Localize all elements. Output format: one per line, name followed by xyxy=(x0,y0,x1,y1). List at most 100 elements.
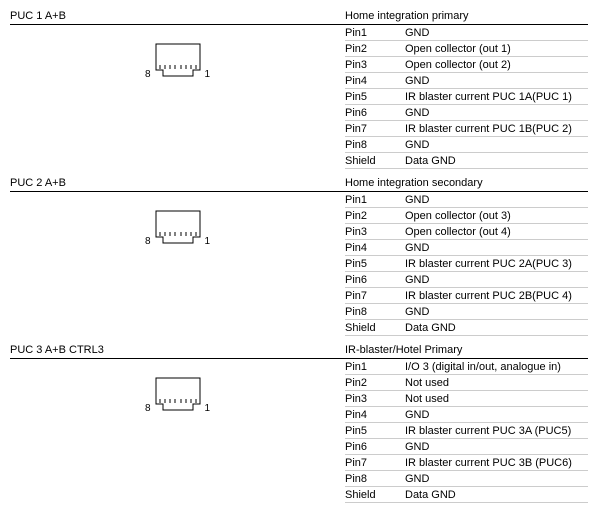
pin-row: Pin7IR blaster current PUC 1B(PUC 2) xyxy=(345,121,588,137)
pin-row: Pin4GND xyxy=(345,240,588,256)
pin-description: Open collector (out 2) xyxy=(405,59,588,71)
section-body: 8 1Pin1GNDPin2Open collector (out 1)Pin3… xyxy=(10,25,588,169)
pin-name: Pin1 xyxy=(345,27,405,39)
pin-row: Pin4GND xyxy=(345,407,588,423)
pin-description: I/O 3 (digital in/out, analogue in) xyxy=(405,361,588,373)
pin-name: Pin7 xyxy=(345,123,405,135)
pin-description: GND xyxy=(405,27,588,39)
pin-row: Pin1I/O 3 (digital in/out, analogue in) xyxy=(345,359,588,375)
pin-row: Pin7IR blaster current PUC 2B(PUC 4) xyxy=(345,288,588,304)
pin-row: Pin6GND xyxy=(345,105,588,121)
connector-section: PUC 2 A+BHome integration secondary 8 1 Pi… xyxy=(10,177,588,336)
pin-description: Data GND xyxy=(405,489,588,501)
pin-name: Pin8 xyxy=(345,306,405,318)
pin-row: Pin1GND xyxy=(345,25,588,41)
pin-description: Data GND xyxy=(405,322,588,334)
pin-name: Pin8 xyxy=(345,139,405,151)
pin-description: GND xyxy=(405,274,588,286)
connector-pin-left-label: 8 xyxy=(145,403,151,416)
section-subtitle: IR-blaster/Hotel Primary xyxy=(345,344,588,356)
section-body: 8 1Pin1GNDPin2Open collector (out 3)Pin3… xyxy=(10,192,588,336)
pin-description: GND xyxy=(405,107,588,119)
pin-description: IR blaster current PUC 3B (PUC6) xyxy=(405,457,588,469)
pin-name: Pin2 xyxy=(345,210,405,222)
pin-name: Pin4 xyxy=(345,75,405,87)
pin-name: Pin5 xyxy=(345,258,405,270)
pin-name: Pin6 xyxy=(345,441,405,453)
pin-description: IR blaster current PUC 1A(PUC 1) xyxy=(405,91,588,103)
pin-description: GND xyxy=(405,409,588,421)
pin-row: Pin8GND xyxy=(345,137,588,153)
pin-description: GND xyxy=(405,75,588,87)
pin-row: Pin1GND xyxy=(345,192,588,208)
pin-row: Pin2Not used xyxy=(345,375,588,391)
pin-name: Pin7 xyxy=(345,457,405,469)
pin-name: Pin4 xyxy=(345,242,405,254)
pin-name: Pin5 xyxy=(345,425,405,437)
section-header: PUC 3 A+B CTRL3IR-blaster/Hotel Primary xyxy=(10,344,588,359)
section-body: 8 1 Pin1I/O 3 (digital in/out, analogue i… xyxy=(10,359,588,503)
section-subtitle: Home integration secondary xyxy=(345,177,588,189)
pin-description: Open collector (out 3) xyxy=(405,210,588,222)
pin-name: Pin5 xyxy=(345,91,405,103)
pin-row: Pin3Open collector (out 2) xyxy=(345,57,588,73)
pin-name: Pin3 xyxy=(345,59,405,71)
pin-name: Shield xyxy=(345,489,405,501)
section-header: PUC 2 A+BHome integration secondary xyxy=(10,177,588,192)
section-title: PUC 2 A+B xyxy=(10,177,345,189)
pin-name: Pin1 xyxy=(345,194,405,206)
pin-row: ShieldData GND xyxy=(345,487,588,503)
pin-description: IR blaster current PUC 2A(PUC 3) xyxy=(405,258,588,270)
connector-column: 8 1 xyxy=(10,25,345,169)
pin-description: GND xyxy=(405,441,588,453)
section-subtitle: Home integration primary xyxy=(345,10,588,22)
pin-description: IR blaster current PUC 2B(PUC 4) xyxy=(405,290,588,302)
section-title: PUC 1 A+B xyxy=(10,10,345,22)
pin-name: Pin8 xyxy=(345,473,405,485)
pin-description: GND xyxy=(405,306,588,318)
connector-column: 8 1 xyxy=(10,359,345,503)
pin-row: Pin3Open collector (out 4) xyxy=(345,224,588,240)
pin-row: ShieldData GND xyxy=(345,153,588,169)
pin-table: Pin1GNDPin2Open collector (out 1)Pin3Ope… xyxy=(345,25,588,169)
connector-pin-right-label: 1 xyxy=(205,236,211,249)
pin-description: GND xyxy=(405,473,588,485)
connector-diagram: 8 1 xyxy=(145,377,210,416)
connector-diagram: 8 1 xyxy=(145,43,210,82)
pin-row: Pin5IR blaster current PUC 2A(PUC 3) xyxy=(345,256,588,272)
pin-row: Pin2Open collector (out 1) xyxy=(345,41,588,57)
pin-row: Pin3Not used xyxy=(345,391,588,407)
connector-diagram: 8 1 xyxy=(145,210,210,249)
pin-name: Pin2 xyxy=(345,377,405,389)
pin-name: Pin3 xyxy=(345,226,405,238)
pin-name: Pin3 xyxy=(345,393,405,405)
connector-section: PUC 3 A+B CTRL3IR-blaster/Hotel Primary8… xyxy=(10,344,588,503)
pin-description: Open collector (out 4) xyxy=(405,226,588,238)
connector-pin-left-label: 8 xyxy=(145,69,151,82)
pin-description: GND xyxy=(405,139,588,151)
pin-row: Pin4GND xyxy=(345,73,588,89)
pin-name: Pin1 xyxy=(345,361,405,373)
pin-name: Pin7 xyxy=(345,290,405,302)
connector-column: 8 1 xyxy=(10,192,345,336)
rj45-icon xyxy=(155,43,201,82)
pin-row: Pin5IR blaster current PUC 3A (PUC5) xyxy=(345,423,588,439)
pin-description: Data GND xyxy=(405,155,588,167)
pin-row: ShieldData GND xyxy=(345,320,588,336)
rj45-icon xyxy=(155,377,201,416)
pin-row: Pin6GND xyxy=(345,439,588,455)
pin-description: Not used xyxy=(405,377,588,389)
pin-name: Shield xyxy=(345,322,405,334)
pin-description: IR blaster current PUC 1B(PUC 2) xyxy=(405,123,588,135)
rj45-icon xyxy=(155,210,201,249)
section-header: PUC 1 A+BHome integration primary xyxy=(10,10,588,25)
pin-row: Pin2Open collector (out 3) xyxy=(345,208,588,224)
pin-name: Pin6 xyxy=(345,107,405,119)
pin-row: Pin6GND xyxy=(345,272,588,288)
connector-section: PUC 1 A+BHome integration primary 8 1 Pin1… xyxy=(10,10,588,169)
connector-pin-right-label: 1 xyxy=(205,69,211,82)
connector-pin-right-label: 1 xyxy=(205,403,211,416)
pin-row: Pin5IR blaster current PUC 1A(PUC 1) xyxy=(345,89,588,105)
pin-description: GND xyxy=(405,194,588,206)
pin-name: Pin6 xyxy=(345,274,405,286)
